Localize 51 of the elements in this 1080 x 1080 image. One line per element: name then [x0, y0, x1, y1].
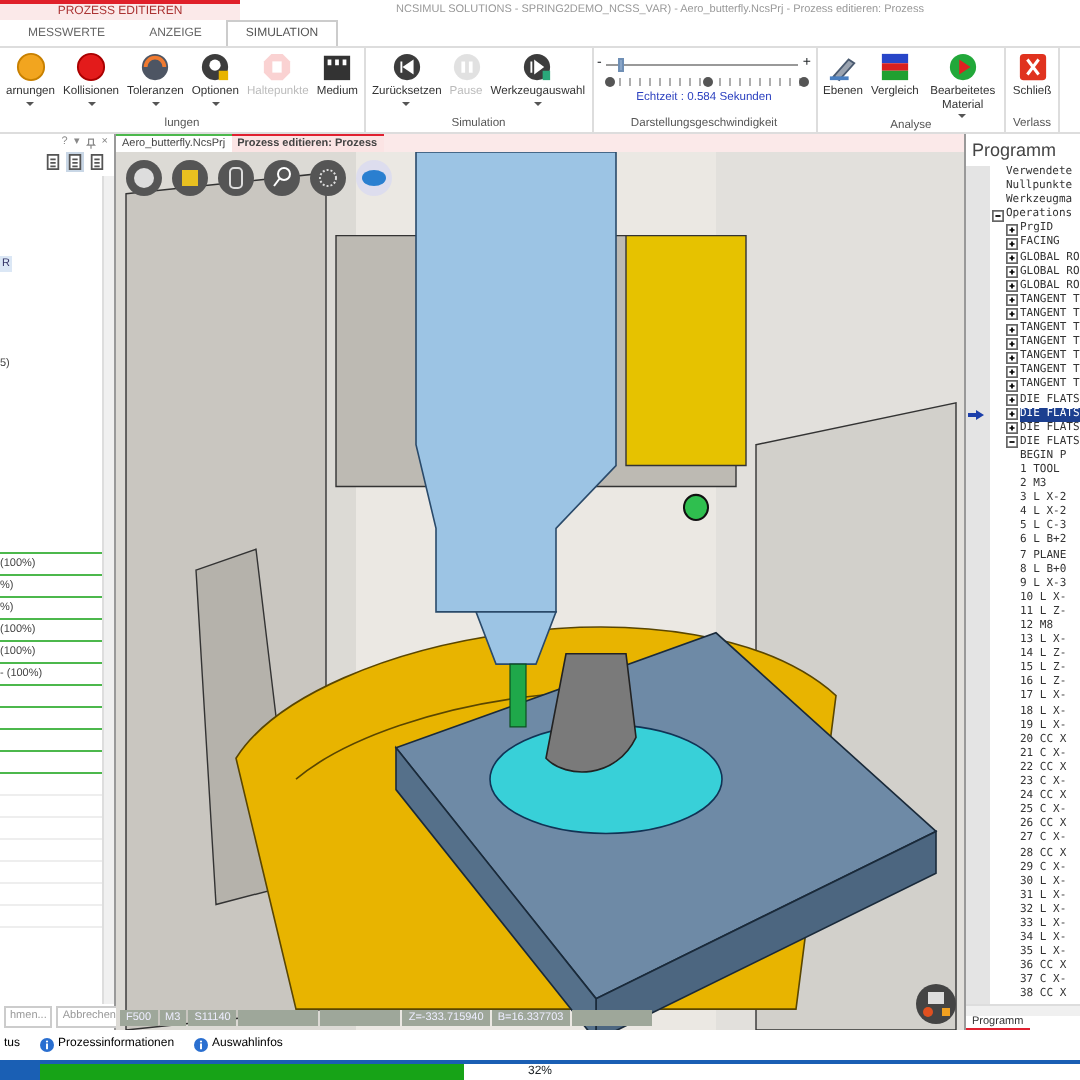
search-icon[interactable] [262, 158, 302, 198]
expand-icon[interactable] [1006, 394, 1018, 407]
view-gizmo-icon[interactable] [914, 982, 958, 1026]
expand-icon[interactable] [1006, 280, 1018, 293]
pause-icon [451, 52, 482, 82]
disc-icon [76, 52, 107, 82]
stripes-icon [879, 52, 910, 82]
expand-icon[interactable] [1006, 266, 1018, 279]
info-icon [40, 1038, 55, 1052]
expand-icon[interactable] [1006, 379, 1018, 392]
expand-icon[interactable] [1006, 223, 1018, 236]
scrollbar[interactable] [102, 176, 114, 1004]
info-icon [194, 1038, 209, 1052]
expand-icon[interactable] [1006, 323, 1018, 336]
marker-icon [683, 493, 709, 521]
expand-icon[interactable] [1006, 308, 1018, 321]
workpiece-drawing [545, 652, 637, 773]
expand-icon[interactable] [1006, 252, 1018, 265]
expand-icon[interactable] [1006, 337, 1018, 350]
pin-icon[interactable] [85, 137, 96, 149]
view-button[interactable] [44, 152, 62, 172]
view-button[interactable] [88, 152, 106, 172]
skip-back-icon [391, 52, 422, 82]
gear-icon [200, 52, 231, 82]
close-icon [1017, 52, 1048, 82]
tool-icon [522, 52, 553, 82]
view-button[interactable] [66, 152, 84, 172]
arrow-icon [968, 409, 984, 420]
slider-thumb[interactable] [617, 57, 624, 71]
cube-icon[interactable] [170, 158, 210, 198]
stop-sign-icon [262, 52, 293, 82]
collapse-icon[interactable] [992, 209, 1004, 222]
pen-icon [828, 52, 858, 82]
expand-icon[interactable] [1006, 351, 1018, 364]
rotate-icon[interactable] [354, 158, 394, 198]
cylinder-icon[interactable] [216, 158, 256, 198]
expand-icon[interactable] [1006, 408, 1018, 421]
selection-icon[interactable] [308, 158, 348, 198]
expand-icon[interactable] [1006, 365, 1018, 378]
gauge-icon [140, 52, 171, 82]
status-field [571, 1010, 652, 1026]
collapse-icon[interactable] [1006, 436, 1018, 449]
disc-icon [15, 52, 46, 82]
sphere-icon[interactable] [124, 158, 164, 198]
expand-icon[interactable] [1006, 294, 1018, 307]
panel-title: Programm [970, 138, 1059, 164]
expand-icon[interactable] [1006, 238, 1018, 251]
clapperboard-icon [322, 52, 353, 82]
scrollbar[interactable] [966, 1004, 1080, 1016]
expand-icon[interactable] [1006, 422, 1018, 435]
play-icon [947, 52, 978, 82]
